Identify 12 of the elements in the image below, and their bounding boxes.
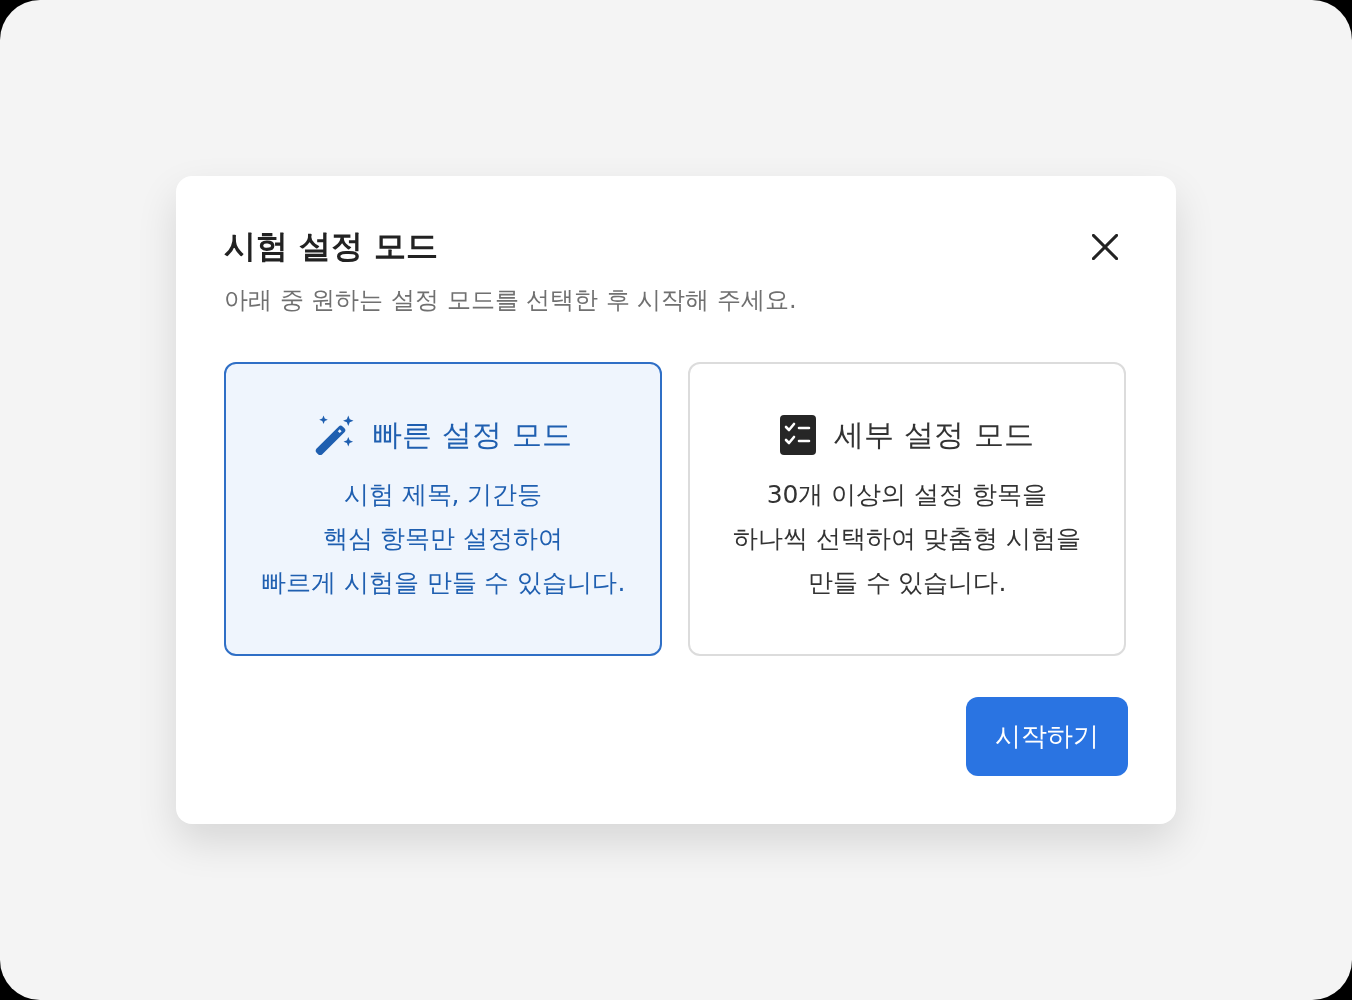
close-icon[interactable] <box>1092 234 1118 260</box>
mode-description: 30개 이상의 설정 항목을 하나씩 선택하여 맞춤형 시험을 만들 수 있습니다. <box>732 479 1082 599</box>
mode-title: 세부 설정 모드 <box>834 416 1034 454</box>
mode-description: 시험 제목, 기간등 핵심 항목만 설정하여 빠르게 시험을 만들 수 있습니다. <box>260 479 626 599</box>
magic-wand-icon <box>314 415 355 455</box>
start-button[interactable]: 시작하기 <box>966 697 1128 776</box>
mode-option-card[interactable]: 빠른 설정 모드 시험 제목, 기간등 핵심 항목만 설정하여 빠르게 시험을 만들 수 있습니다. <box>224 362 662 656</box>
dialog-subtitle: 아래 중 원하는 설정 모드를 선택한 후 시작해 주세요. <box>224 285 797 316</box>
mode-option-card[interactable]: 세부 설정 모드 30개 이상의 설정 항목을 하나씩 선택하여 맞춤형 시험을 만들 수 있습니다. <box>688 362 1126 656</box>
mode-title: 빠른 설정 모드 <box>372 416 572 454</box>
dialog-title: 시험 설정 모드 <box>224 226 440 266</box>
checklist-icon <box>780 415 817 455</box>
